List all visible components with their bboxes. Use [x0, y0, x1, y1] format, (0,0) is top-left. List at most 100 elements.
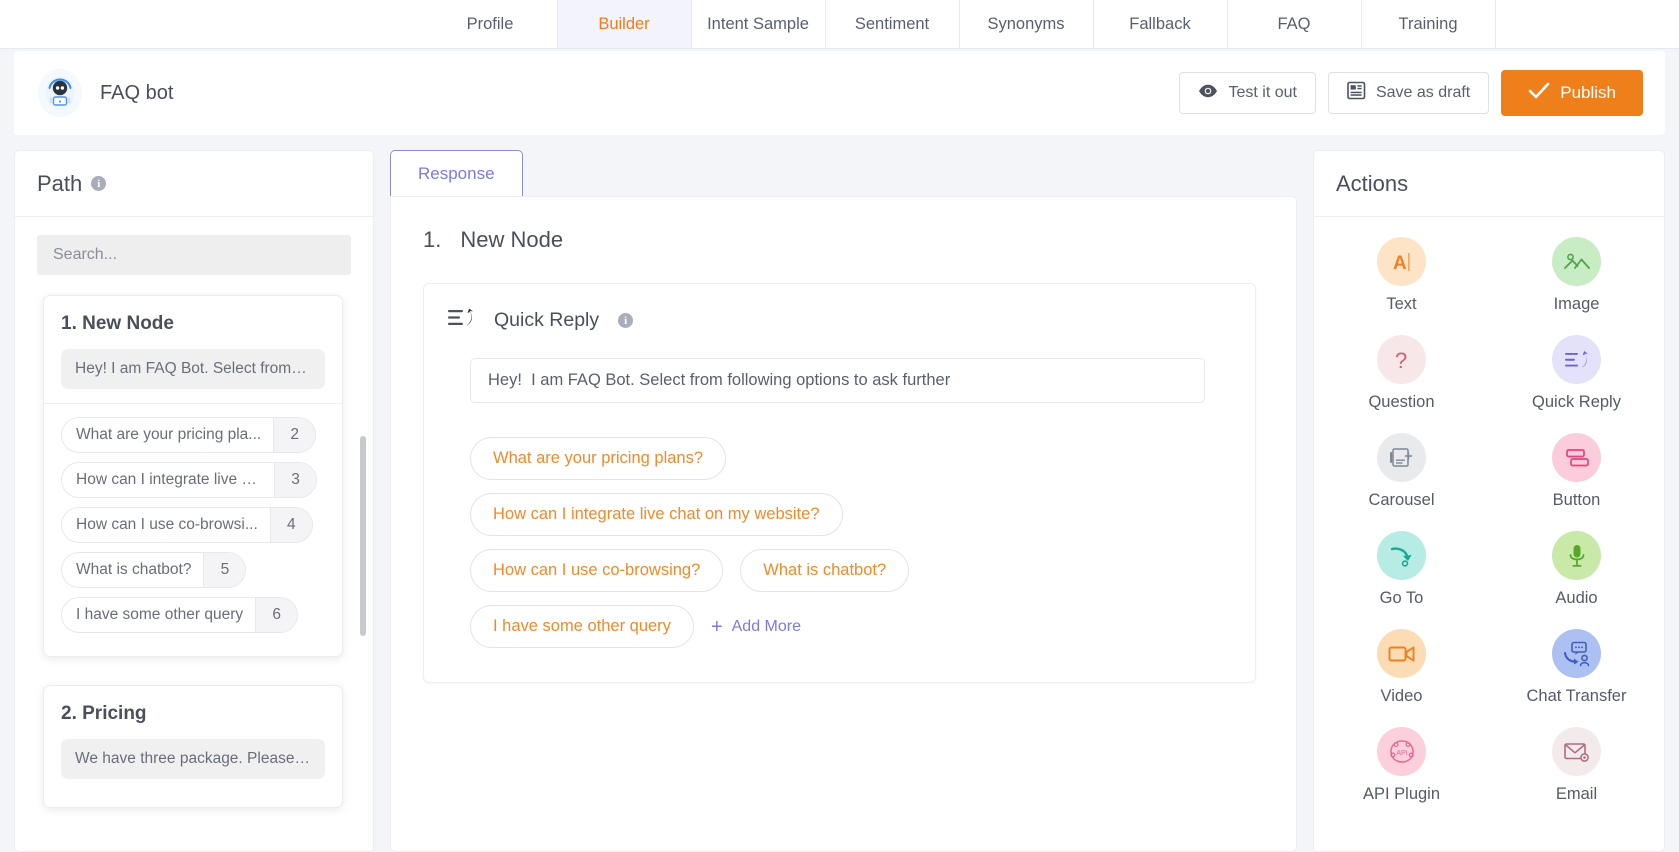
tab-response[interactable]: Response — [390, 150, 523, 196]
save-as-draft-label: Save as draft — [1375, 84, 1471, 101]
action-go-to[interactable]: Go To — [1314, 525, 1489, 614]
path-option-pill[interactable]: How can I integrate live c... 3 — [61, 462, 317, 498]
response-node-name: New Node — [460, 227, 564, 252]
chip-row: I have some other query + Add More — [470, 605, 1227, 648]
action-email[interactable]: Email — [1489, 721, 1664, 810]
tab-label: Builder — [598, 14, 650, 33]
chip-row: How can I use co-browsing? What is chatb… — [470, 549, 1227, 592]
action-label: Go To — [1379, 589, 1424, 607]
action-label: Video — [1380, 687, 1423, 705]
response-body: 1. New Node Quick Reply i Hey! I am FAQ … — [390, 196, 1297, 852]
path-node-card[interactable]: 1. New Node Hey! I am FAQ Bot. Select fr… — [43, 295, 343, 657]
tab-label: FAQ — [1277, 14, 1311, 33]
action-question[interactable]: ? Question — [1314, 329, 1489, 418]
response-node-heading: 1. New Node — [423, 227, 1256, 253]
tab-label: Training — [1398, 14, 1458, 33]
quick-reply-chip[interactable]: How can I integrate live chat on my webs… — [470, 493, 843, 536]
tab-intent-sample[interactable]: Intent Sample — [691, 0, 826, 48]
action-label: Email — [1555, 785, 1598, 803]
test-it-out-button[interactable]: Test it out — [1179, 72, 1316, 114]
tab-sentiment[interactable]: Sentiment — [825, 0, 960, 48]
quick-reply-card: Quick Reply i Hey! I am FAQ Bot. Select … — [423, 283, 1256, 683]
path-node-message: We have three package. Please ... — [61, 739, 325, 779]
quick-reply-chip[interactable]: What is chatbot? — [740, 549, 910, 592]
video-camera-icon — [1377, 629, 1426, 678]
quick-reply-chip-area: What are your pricing plans? How can I i… — [448, 403, 1227, 648]
quick-reply-message-input[interactable]: Hey! I am FAQ Bot. Select from following… — [470, 358, 1205, 403]
publish-button[interactable]: Publish — [1501, 70, 1643, 116]
actions-panel: Actions A Text Image ? Question Quick Re… — [1313, 150, 1665, 852]
action-image[interactable]: Image — [1489, 231, 1664, 320]
quick-reply-chip[interactable]: I have some other query — [470, 605, 694, 648]
test-it-out-label: Test it out — [1228, 84, 1297, 101]
chat-transfer-icon — [1552, 629, 1601, 678]
path-panel-header: Path i — [15, 151, 373, 217]
bot-identity: FAQ bot — [38, 69, 173, 117]
tab-synonyms[interactable]: Synonyms — [959, 0, 1094, 48]
action-label: Text — [1386, 295, 1417, 313]
quick-reply-chip[interactable]: How can I use co-browsing? — [470, 549, 724, 592]
path-option-number: 6 — [255, 598, 298, 632]
action-chat-transfer[interactable]: Chat Transfer — [1489, 623, 1664, 712]
tab-fallback[interactable]: Fallback — [1093, 0, 1228, 48]
main-area: Path i 1. New Node Hey! I am FAQ Bot. Se… — [0, 135, 1679, 852]
path-option-pill[interactable]: What is chatbot? 5 — [61, 552, 247, 588]
action-carousel[interactable]: Carousel — [1314, 427, 1489, 516]
action-label: Image — [1553, 295, 1600, 313]
tab-profile[interactable]: Profile — [423, 0, 558, 48]
action-label: Question — [1368, 393, 1435, 411]
actions-panel-header: Actions — [1314, 151, 1664, 217]
svg-text:A: A — [1393, 253, 1407, 274]
response-column: Response 1. New Node Quick Reply i Hey! … — [390, 150, 1297, 852]
header-actions: Test it out Save as draft Publish — [1179, 70, 1643, 116]
button-stack-icon — [1552, 433, 1601, 482]
tab-faq[interactable]: FAQ — [1227, 0, 1362, 48]
svg-text:API: API — [1396, 747, 1408, 756]
path-panel: Path i 1. New Node Hey! I am FAQ Bot. Se… — [14, 150, 374, 852]
action-audio[interactable]: Audio — [1489, 525, 1664, 614]
publish-label: Publish — [1560, 83, 1616, 102]
path-option-number: 2 — [273, 418, 316, 452]
action-text[interactable]: A Text — [1314, 231, 1489, 320]
tab-label: Synonyms — [987, 14, 1065, 33]
search-input[interactable] — [37, 235, 351, 275]
path-node-card[interactable]: 2. Pricing We have three package. Please… — [43, 685, 343, 808]
path-scrollbar[interactable] — [360, 436, 366, 636]
path-option-pill[interactable]: I have some other query 6 — [61, 597, 299, 633]
tab-label: Sentiment — [854, 14, 930, 33]
add-more-button[interactable]: + Add More — [711, 617, 801, 637]
action-video[interactable]: Video — [1314, 623, 1489, 712]
actions-grid: A Text Image ? Question Quick Reply Caro… — [1314, 217, 1664, 810]
chip-row: How can I integrate live chat on my webs… — [470, 493, 1227, 536]
save-as-draft-button[interactable]: Save as draft — [1327, 72, 1490, 114]
path-option-pill[interactable]: How can I use co-browsi... 4 — [61, 507, 313, 543]
info-icon[interactable]: i — [618, 313, 634, 328]
info-icon[interactable]: i — [91, 176, 107, 191]
path-option-pill[interactable]: What are your pricing pla... 2 — [61, 417, 317, 453]
action-quick-reply[interactable]: Quick Reply — [1489, 329, 1664, 418]
actions-panel-title: Actions — [1336, 170, 1409, 196]
tabbar-left-spacer — [184, 0, 424, 48]
carousel-card-plus-icon — [1377, 433, 1426, 482]
action-label: Chat Transfer — [1526, 687, 1627, 705]
path-option-label: What are your pricing pla... — [76, 426, 262, 443]
tab-label: Fallback — [1129, 14, 1191, 33]
action-api-plugin[interactable]: API API Plugin — [1314, 721, 1489, 810]
divider — [44, 403, 342, 404]
robot-avatar-icon — [38, 69, 82, 117]
quick-reply-chip[interactable]: What are your pricing plans? — [470, 437, 727, 480]
tab-label: Profile — [466, 14, 514, 33]
path-option-label: What is chatbot? — [76, 561, 192, 578]
save-document-icon — [1347, 81, 1366, 105]
tab-training[interactable]: Training — [1361, 0, 1496, 48]
path-option-number: 3 — [274, 463, 316, 497]
go-to-arrow-icon — [1377, 531, 1426, 580]
path-node-list: 1. New Node Hey! I am FAQ Bot. Select fr… — [15, 275, 373, 851]
tab-builder[interactable]: Builder — [557, 0, 692, 48]
action-label: Carousel — [1368, 491, 1435, 509]
action-button[interactable]: Button — [1489, 427, 1664, 516]
path-node-title: 2. Pricing — [61, 703, 147, 724]
action-label: API Plugin — [1362, 785, 1441, 803]
action-label: Audio — [1555, 589, 1598, 607]
plus-icon: + — [710, 615, 723, 638]
